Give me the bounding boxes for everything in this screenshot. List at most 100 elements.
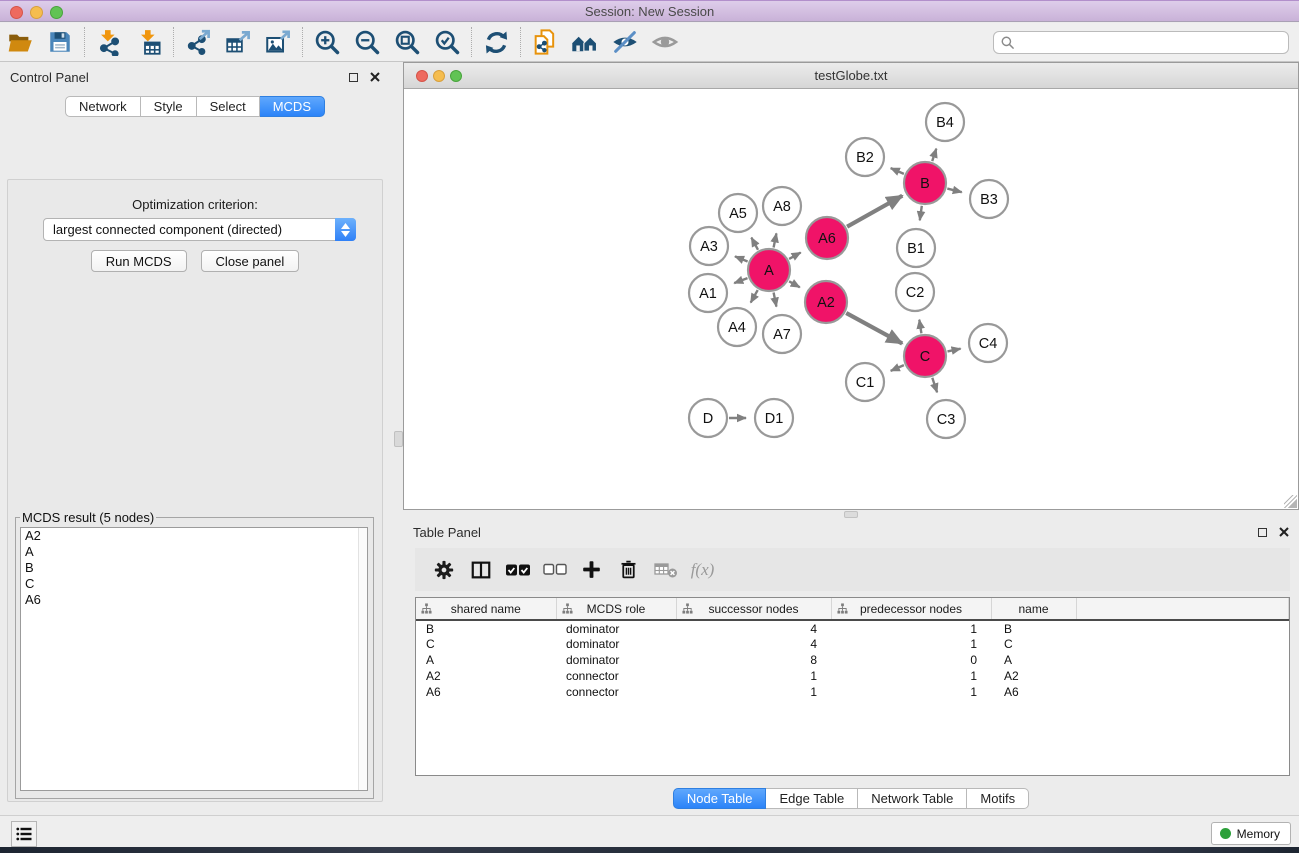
tab-style[interactable]: Style [141, 96, 197, 117]
tab-edge-table[interactable]: Edge Table [766, 788, 858, 809]
table-cell-shared_name[interactable]: B [416, 620, 556, 636]
graph-node-B[interactable]: B [904, 162, 946, 204]
import-network-icon[interactable] [89, 25, 129, 59]
show-panels-button[interactable] [11, 821, 37, 847]
save-session-icon[interactable] [40, 25, 80, 59]
select-all-icon[interactable] [499, 552, 536, 588]
close-window-button[interactable] [10, 6, 23, 19]
table-row[interactable]: A2connector11A2 [416, 668, 1289, 684]
graph-node-A[interactable]: A [748, 249, 790, 291]
tab-motifs[interactable]: Motifs [967, 788, 1029, 809]
graph-edge-B-B3[interactable] [947, 189, 962, 193]
table-cell-successor_nodes[interactable]: 1 [676, 668, 831, 684]
column-header-predecessor-nodes[interactable]: predecessor nodes [831, 598, 991, 620]
graph-node-A3[interactable]: A3 [690, 227, 728, 265]
graph-node-C[interactable]: C [904, 335, 946, 377]
table-cell-successor_nodes[interactable]: 1 [676, 684, 831, 700]
table-row[interactable]: Cdominator41C [416, 636, 1289, 652]
tab-mcds[interactable]: MCDS [260, 96, 325, 117]
home-icon[interactable] [565, 25, 605, 59]
table-cell-mcds_role[interactable]: connector [556, 684, 676, 700]
table-cell-predecessor_nodes[interactable]: 0 [831, 652, 991, 668]
export-network-icon[interactable] [178, 25, 218, 59]
zoom-in-icon[interactable] [307, 25, 347, 59]
graph-edge-C-C3[interactable] [932, 378, 937, 393]
mcds-result-item[interactable]: B [21, 560, 367, 576]
function-builder-icon[interactable]: f(x) [684, 552, 721, 588]
graph-node-D[interactable]: D [689, 399, 727, 437]
zoom-out-icon[interactable] [347, 25, 387, 59]
table-cell-mcds_role[interactable]: dominator [556, 636, 676, 652]
graph-edge-C-C1[interactable] [891, 365, 904, 371]
graph-node-A5[interactable]: A5 [719, 194, 757, 232]
graph-edge-A-A1[interactable] [734, 278, 747, 283]
table-cell-shared_name[interactable]: A2 [416, 668, 556, 684]
window-resize-grip[interactable] [1284, 495, 1297, 508]
table-divider-grip[interactable] [844, 511, 858, 518]
float-panel-icon[interactable] [349, 73, 358, 82]
graph-node-B4[interactable]: B4 [926, 103, 964, 141]
close-panel-icon[interactable] [370, 72, 380, 82]
graph-edge-B-B4[interactable] [932, 149, 936, 162]
network-canvas[interactable]: B4B2BB3A8A5A6A3B1AA1C2A2A4A7C4CC1C3DD1 [404, 89, 1298, 509]
panel-divider-grip[interactable] [394, 431, 403, 447]
split-view-icon[interactable] [462, 552, 499, 588]
graph-edge-A-A7[interactable] [774, 293, 777, 307]
graph-node-A1[interactable]: A1 [689, 274, 727, 312]
table-cell-name[interactable]: A6 [991, 684, 1076, 700]
minimize-network-button[interactable] [433, 70, 445, 82]
graph-edge-C-C2[interactable] [919, 320, 921, 334]
graph-edge-A-A3[interactable] [735, 256, 748, 261]
table-cell-successor_nodes[interactable]: 4 [676, 636, 831, 652]
table-row[interactable]: Adominator80A [416, 652, 1289, 668]
tab-select[interactable]: Select [197, 96, 260, 117]
mcds-result-item[interactable]: A [21, 544, 367, 560]
graph-node-A8[interactable]: A8 [763, 187, 801, 225]
import-table-icon[interactable] [129, 25, 169, 59]
graph-node-A7[interactable]: A7 [763, 315, 801, 353]
table-cell-shared_name[interactable]: C [416, 636, 556, 652]
graph-node-C4[interactable]: C4 [969, 324, 1007, 362]
column-header-successor-nodes[interactable]: successor nodes [676, 598, 831, 620]
graph-node-B1[interactable]: B1 [897, 229, 935, 267]
table-cell-mcds_role[interactable]: connector [556, 668, 676, 684]
graph-edge-B-B1[interactable] [920, 206, 922, 221]
hide-graphics-details-icon[interactable] [605, 25, 645, 59]
table-cell-name[interactable]: B [991, 620, 1076, 636]
table-row[interactable]: Bdominator41B [416, 620, 1289, 636]
graph-node-A2[interactable]: A2 [805, 281, 847, 323]
delete-column-icon[interactable] [610, 552, 647, 588]
settings-gear-icon[interactable] [425, 552, 462, 588]
refresh-view-icon[interactable] [476, 25, 516, 59]
graph-node-B2[interactable]: B2 [846, 138, 884, 176]
table-cell-mcds_role[interactable]: dominator [556, 652, 676, 668]
graph-node-C2[interactable]: C2 [896, 273, 934, 311]
table-cell-name[interactable]: A [991, 652, 1076, 668]
mcds-result-item[interactable]: A2 [21, 528, 367, 544]
add-column-icon[interactable] [573, 552, 610, 588]
graph-edge-B-B2[interactable] [891, 168, 904, 174]
mcds-result-item[interactable]: A6 [21, 592, 367, 608]
memory-button[interactable]: Memory [1211, 822, 1291, 845]
criterion-dropdown[interactable]: largest connected component (directed) [43, 218, 356, 241]
search-input[interactable] [1015, 33, 1288, 52]
table-cell-successor_nodes[interactable]: 8 [676, 652, 831, 668]
table-cell-successor_nodes[interactable]: 4 [676, 620, 831, 636]
duplicate-network-icon[interactable] [525, 25, 565, 59]
float-table-panel-icon[interactable] [1258, 528, 1267, 537]
table-cell-predecessor_nodes[interactable]: 1 [831, 668, 991, 684]
table-cell-name[interactable]: A2 [991, 668, 1076, 684]
close-table-panel-icon[interactable] [1279, 527, 1289, 537]
table-cell-name[interactable]: C [991, 636, 1076, 652]
graph-node-A6[interactable]: A6 [806, 217, 848, 259]
table-cell-mcds_role[interactable]: dominator [556, 620, 676, 636]
graph-edge-A-A2[interactable] [789, 281, 800, 287]
export-table-icon[interactable] [218, 25, 258, 59]
graph-edge-A-A8[interactable] [774, 233, 777, 247]
result-scrollbar[interactable] [358, 528, 367, 790]
column-header-name[interactable]: name [991, 598, 1076, 620]
graph-node-C3[interactable]: C3 [927, 400, 965, 438]
mcds-result-item[interactable]: C [21, 576, 367, 592]
close-panel-button[interactable]: Close panel [201, 250, 300, 272]
table-cell-shared_name[interactable]: A6 [416, 684, 556, 700]
